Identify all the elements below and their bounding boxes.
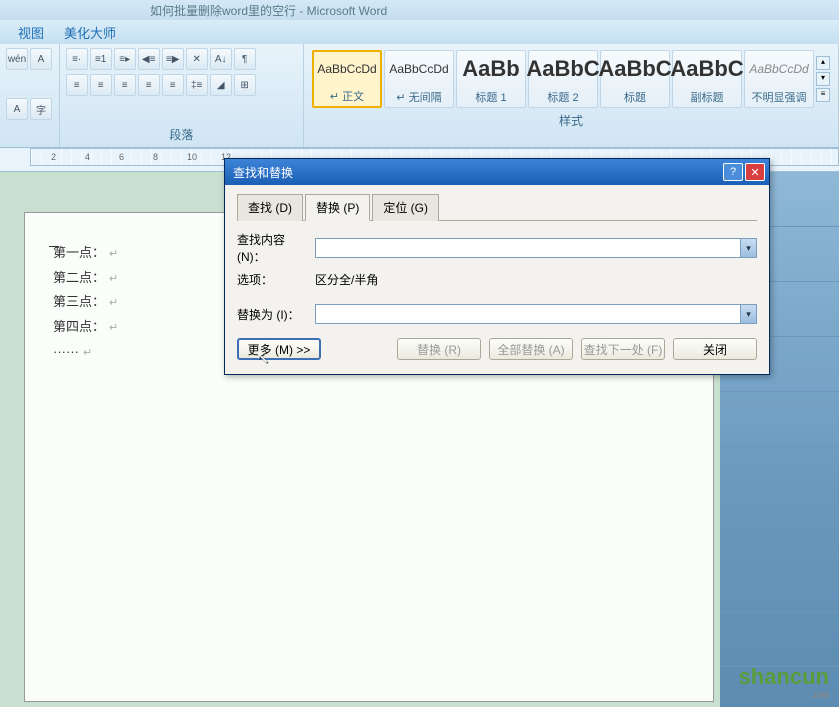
style-name: 标题 1: [475, 87, 506, 107]
ruler-mark: 2: [51, 152, 56, 162]
style-preview: AaBbC: [670, 51, 743, 87]
style-name: 不明显强调: [752, 87, 807, 107]
scroll-up-icon[interactable]: ▴: [816, 56, 830, 70]
multilevel-icon[interactable]: ≡▸: [114, 48, 136, 70]
show-marks-icon[interactable]: ¶: [234, 48, 256, 70]
sort-icon[interactable]: A↓: [210, 48, 232, 70]
style-item-3[interactable]: AaBbC标题 2: [528, 50, 598, 108]
menu-bar: 视图 美化大师: [0, 20, 839, 44]
align-right-icon[interactable]: ≡: [114, 74, 136, 96]
menu-view[interactable]: 视图: [18, 23, 44, 42]
line-spacing-icon[interactable]: ‡≡: [186, 74, 208, 96]
phonetic-icon[interactable]: wén: [6, 48, 28, 70]
ruler-mark: 4: [85, 152, 90, 162]
tab-find[interactable]: 查找 (D): [237, 194, 303, 221]
align-center-icon[interactable]: ≡: [90, 74, 112, 96]
numbering-icon[interactable]: ≡1: [90, 48, 112, 70]
watermark: shancun.net: [739, 664, 829, 701]
paragraph-group: ≡· ≡1 ≡▸ ◀≡ ≡▶ ✕ A↓ ¶ ≡ ≡ ≡ ≡ ≡ ‡≡ ◢ ⊞ 段…: [60, 44, 304, 147]
styles-label: 样式: [310, 110, 832, 131]
close-button[interactable]: 关闭: [673, 338, 757, 360]
replace-label: 替换为 (I)：: [237, 306, 315, 323]
style-preview: AaBbC: [526, 51, 599, 87]
style-name: ↵ 正文: [330, 86, 364, 106]
options-value: 区分全/半角: [315, 271, 378, 288]
paragraph-label: 段落: [66, 124, 297, 145]
ruler-mark: 8: [153, 152, 158, 162]
help-icon[interactable]: ?: [723, 163, 743, 181]
style-name: 副标题: [691, 87, 724, 107]
align-dist-icon[interactable]: ≡: [162, 74, 184, 96]
dialog-titlebar[interactable]: 查找和替换 ? ✕: [225, 159, 769, 185]
dialog-title: 查找和替换: [233, 164, 721, 181]
align-left-icon[interactable]: ≡: [66, 74, 88, 96]
dialog-tabs: 查找 (D) 替换 (P) 定位 (G): [237, 193, 757, 221]
char-shading-icon[interactable]: A: [6, 98, 28, 120]
replace-input[interactable]: ▾: [315, 304, 757, 324]
find-input[interactable]: ▾: [315, 238, 757, 258]
enclose-char-icon[interactable]: 字: [30, 98, 52, 120]
style-preview: AaBb: [462, 51, 519, 87]
text-cursor: [49, 233, 59, 247]
char-scale-icon[interactable]: ✕: [186, 48, 208, 70]
style-item-5[interactable]: AaBbC副标题: [672, 50, 742, 108]
expand-icon[interactable]: ≡: [816, 88, 830, 102]
ruler-mark: 10: [187, 152, 197, 162]
close-icon[interactable]: ✕: [745, 163, 765, 181]
style-preview: AaBbCcDd: [389, 51, 448, 87]
font-group: wén A A 字: [0, 44, 60, 147]
borders-icon[interactable]: ⊞: [234, 74, 256, 96]
dialog-body: 查找 (D) 替换 (P) 定位 (G) 查找内容 (N)： ▾ 选项： 区分全…: [225, 185, 769, 374]
tab-replace[interactable]: 替换 (P): [305, 194, 370, 221]
tab-goto[interactable]: 定位 (G): [372, 194, 439, 221]
find-next-button[interactable]: 查找下一处 (F): [581, 338, 665, 360]
find-replace-dialog: 查找和替换 ? ✕ 查找 (D) 替换 (P) 定位 (G) 查找内容 (N)：…: [224, 158, 770, 375]
style-item-0[interactable]: AaBbCcDd↵ 正文: [312, 50, 382, 108]
style-name: 标题 2: [547, 87, 578, 107]
shading-icon[interactable]: ◢: [210, 74, 232, 96]
dropdown-icon[interactable]: ▾: [740, 305, 756, 323]
style-item-2[interactable]: AaBb标题 1: [456, 50, 526, 108]
style-name: 标题: [624, 87, 646, 107]
style-name: ↵ 无间隔: [396, 87, 441, 107]
style-item-6[interactable]: AaBbCcDd不明显强调: [744, 50, 814, 108]
window-title: 如何批量删除word里的空行 - Microsoft Word: [150, 2, 387, 19]
bullets-icon[interactable]: ≡·: [66, 48, 88, 70]
scroll-down-icon[interactable]: ▾: [816, 72, 830, 86]
find-label: 查找内容 (N)：: [237, 231, 315, 265]
title-bar: 如何批量删除word里的空行 - Microsoft Word: [0, 0, 839, 20]
char-border-icon[interactable]: A: [30, 48, 52, 70]
replace-button[interactable]: 替换 (R): [397, 338, 481, 360]
indent-inc-icon[interactable]: ≡▶: [162, 48, 184, 70]
style-preview: AaBbC: [598, 51, 671, 87]
style-item-1[interactable]: AaBbCcDd↵ 无间隔: [384, 50, 454, 108]
menu-beautify[interactable]: 美化大师: [64, 23, 116, 42]
indent-dec-icon[interactable]: ◀≡: [138, 48, 160, 70]
ruler-mark: 6: [119, 152, 124, 162]
ribbon: wén A A 字 ≡· ≡1 ≡▸ ◀≡ ≡▶ ✕ A↓ ¶ ≡: [0, 44, 839, 148]
dropdown-icon[interactable]: ▾: [740, 239, 756, 257]
options-label: 选项：: [237, 271, 315, 288]
style-preview: AaBbCcDd: [749, 51, 808, 87]
replace-all-button[interactable]: 全部替换 (A): [489, 338, 573, 360]
style-preview: AaBbCcDd: [317, 52, 376, 86]
styles-group: AaBbCcDd↵ 正文AaBbCcDd↵ 无间隔AaBb标题 1AaBbC标题…: [304, 44, 839, 147]
style-item-4[interactable]: AaBbC标题: [600, 50, 670, 108]
align-justify-icon[interactable]: ≡: [138, 74, 160, 96]
more-button[interactable]: 更多 (M) >>: [237, 338, 321, 360]
font-group-label: [6, 141, 53, 145]
